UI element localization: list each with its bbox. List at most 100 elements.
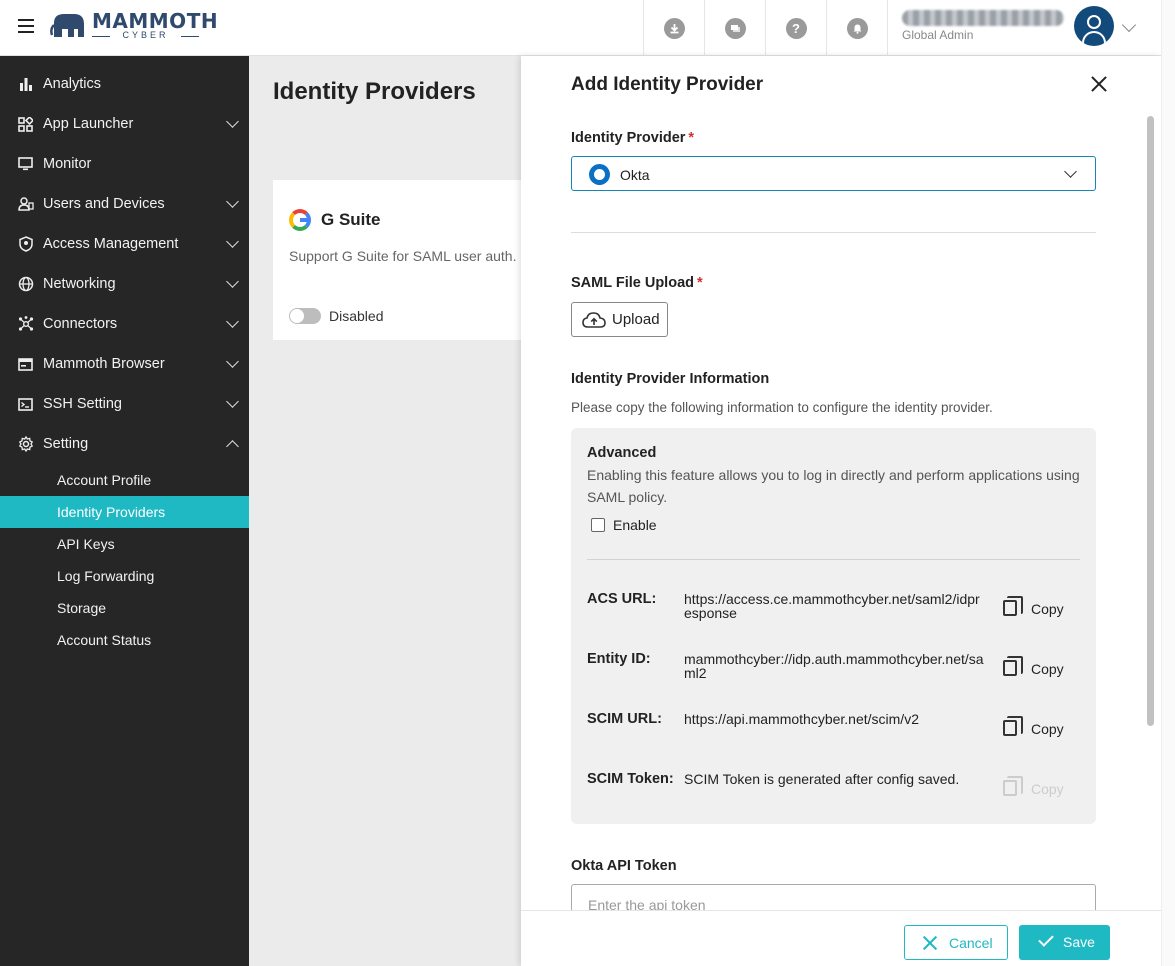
chevron-down-icon [226,355,239,368]
save-label: Save [1063,934,1095,950]
notifications-button[interactable] [826,0,887,56]
divider [571,232,1096,233]
page-scrollbar[interactable] [1161,0,1175,966]
acs-url-key: ACS URL: [587,591,657,607]
enable-checkbox[interactable] [591,518,605,532]
advanced-title: Advanced [587,445,657,461]
idp-info-description: Please copy the following information to… [571,400,993,415]
download-icon [663,17,685,39]
download-button[interactable] [643,0,704,56]
sidebar-sub-item-account-profile[interactable]: Account Profile [0,464,249,496]
user-menu[interactable]: Global Admin [887,0,1161,56]
okta-api-token-label: Okta API Token [571,858,677,874]
chevron-down-icon[interactable] [1121,17,1137,33]
scim-url-value: https://api.mammothcyber.net/scim/v2 [684,711,919,727]
globe-icon [17,276,34,293]
divider [587,559,1080,560]
copy-entity-id-button[interactable]: Copy [1001,656,1075,683]
sidebar-item-label: SSH Setting [43,396,122,412]
sidebar-item-connectors[interactable]: Connectors [0,304,249,344]
sidebar-item-users-and-devices[interactable]: Users and Devices [0,184,249,224]
help-button[interactable]: ? [765,0,826,56]
mammoth-logo[interactable]: MAMMOTH CYBER [50,9,218,41]
copy-icon [1003,656,1023,676]
sidebar-sub-item-account-status[interactable]: Account Status [0,624,249,656]
identity-provider-label: Identity Provider * [571,130,695,146]
sidebar-item-ssh-setting[interactable]: SSH Setting [0,384,249,424]
close-icon [922,935,938,951]
copy-label: Copy [1031,601,1064,617]
enable-checkbox-label[interactable]: Enable [613,517,657,533]
hub-icon [17,316,34,333]
sidebar-item-mammoth-browser[interactable]: Mammoth Browser [0,344,249,384]
sidebar-item-access-management[interactable]: Access Management [0,224,249,264]
gear-icon [17,436,34,453]
provider-card-gsuite[interactable]: G Suite Support G Suite for SAML user au… [273,180,523,340]
advanced-description: Enabling this feature allows you to log … [587,467,1080,505]
google-icon [289,209,311,231]
avatar[interactable] [1074,6,1114,46]
logo-subtext: CYBER [92,30,199,40]
sidebar-item-analytics[interactable]: Analytics [0,64,249,104]
help-icon: ? [785,17,807,39]
bar-chart-icon [17,76,34,93]
terminal-icon [17,396,34,413]
drawer-footer: Cancel Save [521,910,1161,966]
copy-scim-url-button[interactable]: Copy [1001,716,1075,743]
scim-url-key: SCIM URL: [587,711,662,727]
sidebar-item-label: Connectors [43,316,118,332]
mammoth-logo-icon [50,14,84,37]
identity-provider-select[interactable]: Okta [571,156,1096,191]
shield-icon [17,236,34,253]
copy-acs-url-button[interactable]: Copy [1001,596,1075,623]
idp-info-box: Advanced Enabling this feature allows yo… [571,428,1096,824]
sidebar-sub-item-api-keys[interactable]: API Keys [0,528,249,560]
monitor-icon [17,156,34,173]
chevron-down-icon [226,115,239,128]
scim-token-key: SCIM Token: [587,771,674,787]
check-icon [1038,931,1054,947]
user-name-redacted [902,10,1064,26]
user-role: Global Admin [902,28,974,42]
sidebar-item-monitor[interactable]: Monitor [0,144,249,184]
bell-icon [846,17,868,39]
sidebar-item-networking[interactable]: Networking [0,264,249,304]
sidebar-item-label: Mammoth Browser [43,356,165,372]
drawer-scrollbar[interactable] [1147,116,1154,726]
drawer-title: Add Identity Provider [571,74,764,95]
upload-button[interactable]: Upload [571,302,668,337]
menu-icon[interactable] [18,19,34,33]
users-icon [17,196,34,213]
chevron-down-icon [226,235,239,248]
sidebar-item-label: Users and Devices [43,196,165,212]
sidebar-item-app-launcher[interactable]: App Launcher [0,104,249,144]
entity-id-key: Entity ID: [587,651,651,667]
select-value: Okta [620,167,650,183]
cloud-upload-icon [582,312,606,328]
top-bar: MAMMOTH CYBER ? Global Admin [0,0,1161,56]
copy-icon [1003,596,1023,616]
copy-icon [1003,776,1023,796]
chevron-down-icon [226,395,239,408]
cancel-button[interactable]: Cancel [904,925,1008,960]
add-identity-provider-drawer: Add Identity Provider Identity Provider *… [521,56,1161,966]
sidebar-item-label: Access Management [43,236,179,252]
save-button[interactable]: Save [1019,925,1110,960]
copy-label: Copy [1031,661,1064,677]
page-title: Identity Providers [273,78,476,105]
close-icon[interactable] [1089,74,1109,94]
upload-label: Upload [612,311,660,328]
cancel-label: Cancel [949,935,993,951]
sidebar-sub-item-storage[interactable]: Storage [0,592,249,624]
copy-icon [1003,716,1023,736]
chevron-down-icon [226,315,239,328]
chat-icon [724,17,746,39]
sidebar-sub-item-identity-providers[interactable]: Identity Providers [0,496,249,528]
sidebar-item-label: Monitor [43,156,92,172]
chat-button[interactable] [704,0,765,56]
sidebar-item-label: Setting [43,436,89,452]
sidebar-sub-item-log-forwarding[interactable]: Log Forwarding [0,560,249,592]
sidebar-item-setting[interactable]: Setting [0,424,249,464]
enable-toggle[interactable] [289,308,321,324]
scim-token-value: SCIM Token is generated after config sav… [684,771,960,787]
